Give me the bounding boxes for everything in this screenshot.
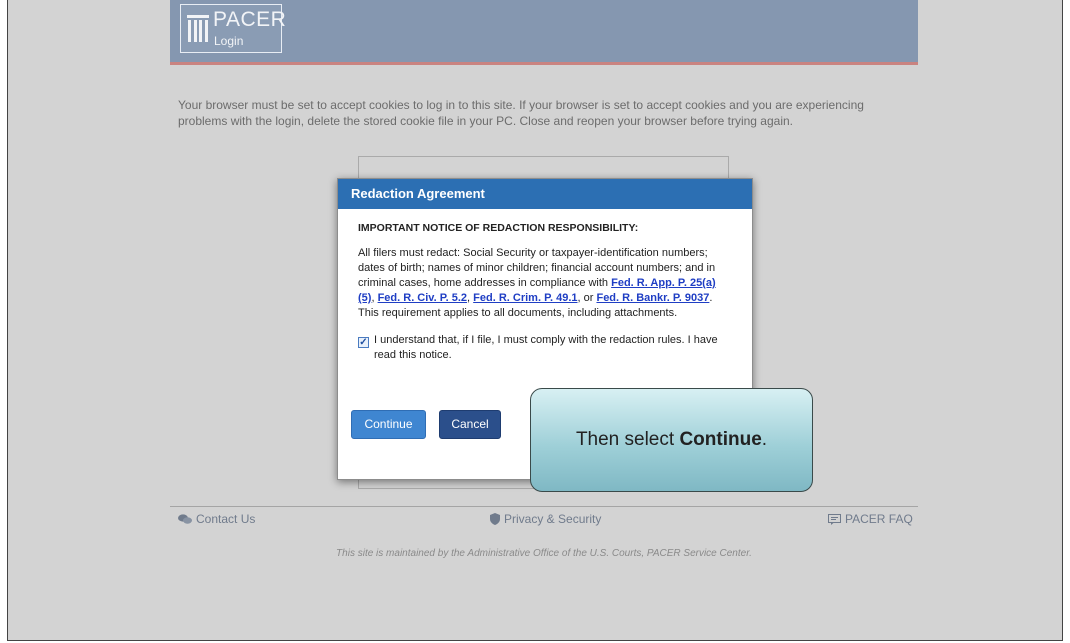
agreement-checkbox[interactable]: ✓	[358, 337, 369, 348]
agreement-checkbox-row[interactable]: ✓ I understand that, if I file, I must c…	[358, 333, 732, 363]
pacer-faq-link[interactable]: PACER FAQ	[828, 512, 913, 526]
privacy-security-link[interactable]: Privacy & Security	[490, 512, 601, 526]
privacy-security-label: Privacy & Security	[504, 512, 602, 526]
chat-icon	[178, 513, 192, 524]
shield-icon	[490, 513, 500, 525]
logo-subtitle: Login	[214, 34, 244, 48]
callout-text: Then select Continue.	[575, 429, 768, 450]
pacer-faq-label: PACER FAQ	[845, 512, 913, 526]
contact-us-link[interactable]: Contact Us	[178, 512, 255, 526]
pillars-icon	[187, 15, 209, 42]
browser-page: PACER Login Your browser must be set to …	[7, 0, 1063, 641]
continue-button[interactable]: Continue	[351, 410, 426, 439]
cancel-button[interactable]: Cancel	[439, 410, 501, 439]
agreement-checkbox-label[interactable]: I understand that, if I file, I must com…	[374, 333, 732, 363]
pacer-logo[interactable]: PACER Login	[180, 4, 286, 53]
footer-divider	[170, 506, 918, 507]
dialog-title: Redaction Agreement	[338, 179, 752, 209]
link-fed-r-civ-p[interactable]: Fed. R. Civ. P. 5.2	[378, 292, 467, 304]
check-icon: ✓	[359, 337, 368, 348]
link-fed-r-crim-p[interactable]: Fed. R. Crim. P. 49.1	[473, 292, 577, 304]
contact-us-label: Contact Us	[196, 512, 256, 526]
faq-icon	[828, 513, 841, 525]
dialog-heading: IMPORTANT NOTICE OF REDACTION RESPONSIBI…	[358, 222, 639, 234]
maintained-by-note: This site is maintained by the Administr…	[336, 548, 752, 559]
redaction-requirements-text: All filers must redact: Social Security …	[358, 247, 716, 319]
cookie-notice: Your browser must be set to accept cooki…	[178, 98, 864, 128]
callout-emphasis: Continue	[679, 429, 762, 450]
pacer-header: PACER Login	[170, 0, 918, 65]
link-fed-r-bankr-p[interactable]: Fed. R. Bankr. P. 9037	[596, 292, 709, 304]
logo-title: PACER	[213, 8, 287, 31]
tutorial-callout: Then select Continue.	[530, 388, 813, 492]
